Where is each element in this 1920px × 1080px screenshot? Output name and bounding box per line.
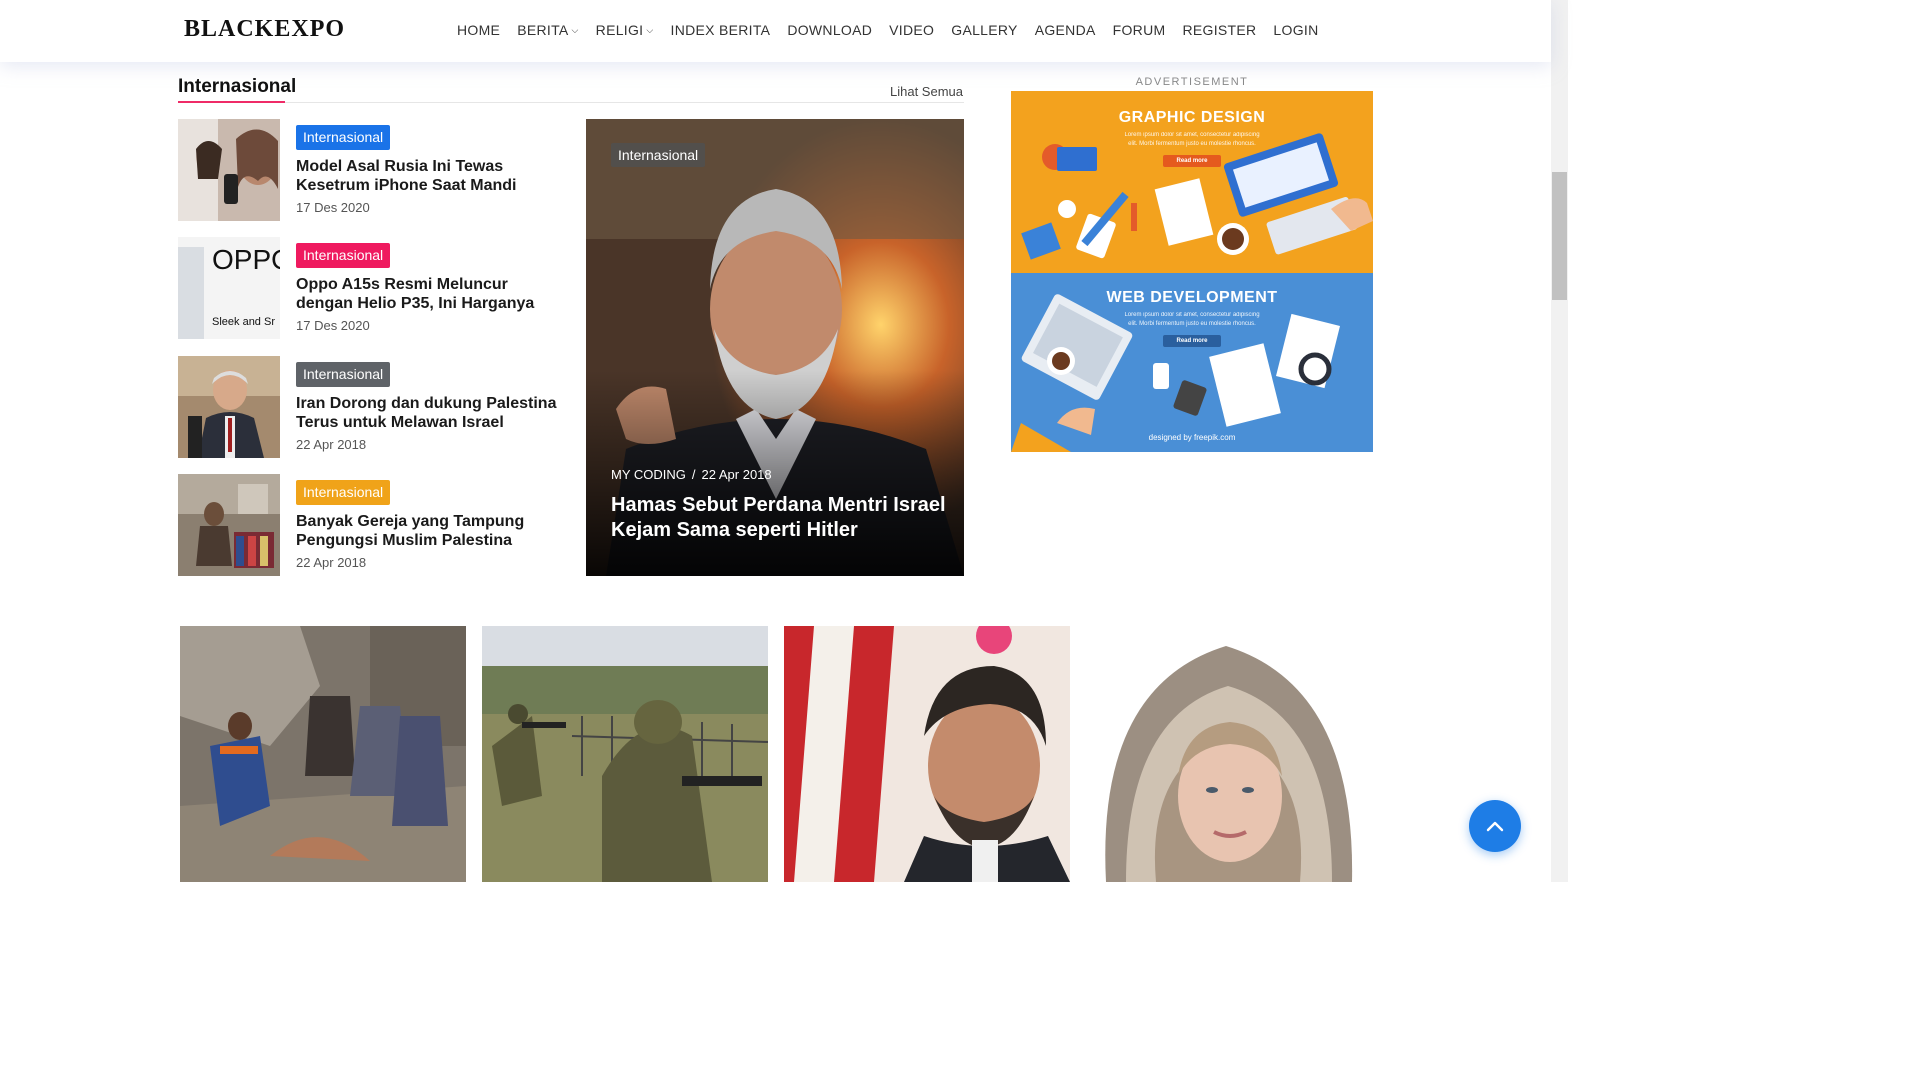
nav-label: FORUM xyxy=(1112,22,1166,38)
site-logo[interactable]: BLACKEXPO xyxy=(184,16,345,43)
ad-web-development-panel: WEB DEVELOPMENT Lorem ipsum dolor sit am… xyxy=(1011,273,1373,452)
ad-label: ADVERTISEMENT xyxy=(1135,76,1249,88)
nav-register[interactable]: REGISTER xyxy=(1182,22,1256,38)
news-date: 22 Apr 2018 xyxy=(296,555,367,570)
nav-agenda[interactable]: AGENDA xyxy=(1035,22,1096,38)
category-badge[interactable]: Internasional xyxy=(296,480,391,505)
chevron-down-icon: ⌵ xyxy=(571,24,579,35)
nav-label: DOWNLOAD xyxy=(787,22,873,38)
nav-label: HOME xyxy=(457,22,501,38)
nav-label: VIDEO xyxy=(889,22,935,38)
card-image xyxy=(1086,626,1372,882)
main-nav: HOME BERITA ⌵ RELIGI ⌵ INDEX BERITA DOWNLO… xyxy=(457,22,1319,38)
news-title[interactable]: Model Asal Rusia Ini Tewas Kesetrum iPho… xyxy=(296,157,566,195)
category-badge[interactable]: Internasional xyxy=(296,243,391,268)
featured-meta: MY CODING / 22 Apr 2018 xyxy=(611,467,772,482)
featured-date: 22 Apr 2018 xyxy=(701,467,772,482)
news-date: 22 Apr 2018 xyxy=(296,437,367,452)
news-card[interactable] xyxy=(180,626,466,882)
nav-index-berita[interactable]: INDEX BERITA xyxy=(671,22,771,38)
news-card[interactable] xyxy=(1086,626,1372,882)
news-title[interactable]: Oppo A15s Resmi Meluncur dengan Helio P3… xyxy=(296,275,566,313)
nav-forum[interactable]: FORUM xyxy=(1113,22,1166,38)
section-divider xyxy=(178,102,964,103)
card-image xyxy=(784,626,1070,882)
scrollbar-track[interactable] xyxy=(1551,0,1568,882)
webdev-illustration-icon xyxy=(1011,294,1340,452)
nav-login[interactable]: LOGIN xyxy=(1273,22,1318,38)
nav-label: REGISTER xyxy=(1182,22,1257,38)
news-thumbnail[interactable]: OPPO A15s Sleek and Sr xyxy=(178,237,280,339)
news-title[interactable]: Banyak Gereja yang Tampung Pengungsi Mus… xyxy=(296,512,566,550)
category-badge[interactable]: Internasional xyxy=(296,362,391,387)
nav-berita[interactable]: BERITA ⌵ xyxy=(517,22,578,38)
news-item[interactable]: Internasional Banyak Gereja yang Tampung… xyxy=(178,474,568,576)
news-item[interactable]: Internasional Model Asal Rusia Ini Tewas… xyxy=(178,119,568,221)
thumb-text: OPPO A15s xyxy=(212,244,280,275)
nav-label: AGENDA xyxy=(1034,22,1096,38)
scrollbar-thumb[interactable] xyxy=(1552,172,1567,300)
news-thumbnail[interactable] xyxy=(178,356,280,458)
news-date: 17 Des 2020 xyxy=(296,200,370,215)
section-title: Internasional xyxy=(178,76,297,97)
card-image xyxy=(180,626,466,882)
see-all-link[interactable]: Lihat Semua xyxy=(890,84,963,99)
news-thumbnail[interactable] xyxy=(178,474,280,576)
news-date: 17 Des 2020 xyxy=(296,318,370,333)
category-badge[interactable]: Internasional xyxy=(611,143,706,167)
news-title[interactable]: Iran Dorong dan dukung Palestina Terus u… xyxy=(296,394,566,432)
nav-download[interactable]: DOWNLOAD xyxy=(787,22,872,38)
chevron-up-icon xyxy=(1486,821,1504,832)
back-to-top-button[interactable] xyxy=(1469,800,1521,852)
news-card[interactable] xyxy=(482,626,768,882)
ad-graphic-design-panel: GRAPHIC DESIGN Lorem ipsum dolor sit ame… xyxy=(1011,91,1373,273)
nav-label: INDEX BERITA xyxy=(670,22,771,38)
card-image xyxy=(482,626,768,882)
nav-video[interactable]: VIDEO xyxy=(889,22,934,38)
news-card[interactable] xyxy=(784,626,1070,882)
category-badge[interactable]: Internasional xyxy=(296,125,391,150)
nav-gallery[interactable]: GALLERY xyxy=(951,22,1017,38)
ad-banner[interactable]: GRAPHIC DESIGN Lorem ipsum dolor sit ame… xyxy=(1011,91,1373,452)
featured-article[interactable]: Internasional MY CODING / 22 Apr 2018 Ha… xyxy=(586,119,964,576)
nav-label: RELIGI xyxy=(595,22,644,38)
section-title-underline xyxy=(178,101,285,103)
news-item[interactable]: OPPO A15s Sleek and Sr Internasional Opp… xyxy=(178,237,568,339)
featured-title[interactable]: Hamas Sebut Perdana Mentri Israel Kejam … xyxy=(611,493,951,543)
featured-author[interactable]: MY CODING xyxy=(611,467,686,482)
news-item[interactable]: Internasional Iran Dorong dan dukung Pal… xyxy=(178,356,568,458)
nav-religi[interactable]: RELIGI ⌵ xyxy=(596,22,654,38)
nav-label: BERITA xyxy=(517,22,569,38)
news-thumbnail[interactable] xyxy=(178,119,280,221)
chevron-down-icon: ⌵ xyxy=(646,24,654,35)
design-illustration-icon xyxy=(1021,133,1373,260)
thumb-subtext: Sleek and Sr xyxy=(212,316,275,328)
meta-separator: / xyxy=(691,467,696,482)
nav-home[interactable]: HOME xyxy=(457,22,500,38)
nav-label: GALLERY xyxy=(951,22,1018,38)
site-header: BLACKEXPO HOME BERITA ⌵ RELIGI ⌵ INDEX BER… xyxy=(0,0,1551,62)
nav-label: LOGIN xyxy=(1273,22,1319,38)
ad-credit[interactable]: designed by freepik.com xyxy=(1011,433,1373,442)
